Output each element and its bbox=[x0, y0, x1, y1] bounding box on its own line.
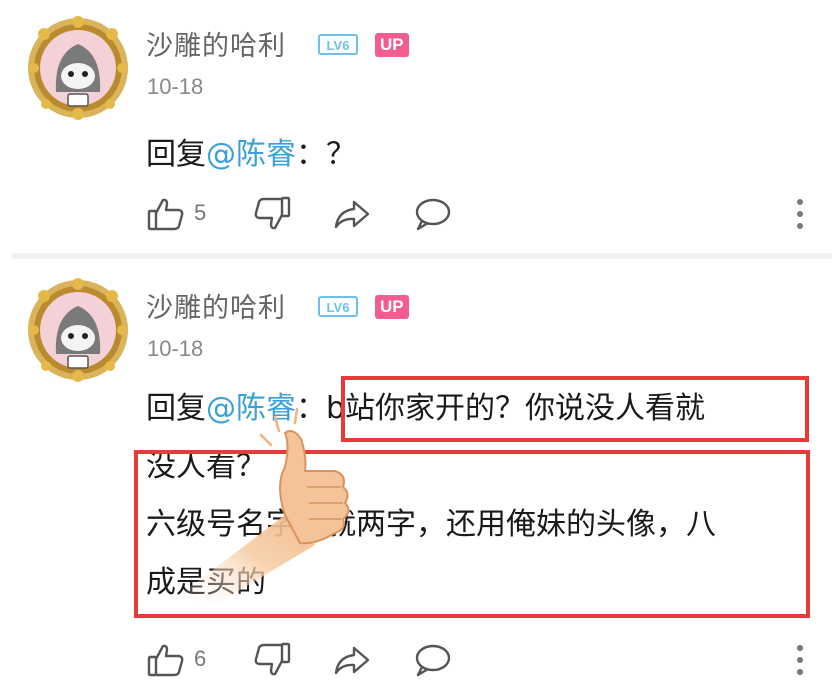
comment-text: 回复@陈睿：b站你家开的？你说没人看就 没人看？ 六级号名字还就两字，还用俺妹的… bbox=[146, 380, 806, 612]
comment-actions: 6 bbox=[146, 640, 826, 680]
reply-prefix: 回复 bbox=[146, 391, 206, 426]
more-vertical-icon[interactable] bbox=[794, 642, 806, 678]
comment-line: 没人看？ bbox=[146, 449, 266, 484]
share-icon[interactable] bbox=[332, 194, 372, 234]
like-count: 5 bbox=[194, 200, 207, 225]
comment-divider bbox=[12, 253, 832, 259]
comment-line: 回复@陈睿：？ bbox=[146, 126, 806, 184]
comment-actions: 5 bbox=[146, 194, 826, 234]
thumbs-down-icon[interactable] bbox=[252, 640, 292, 680]
comment-item: 沙雕的哈利 LV6 UP 10-18 回复@陈睿：？ 5 bbox=[0, 0, 832, 250]
up-badge: UP bbox=[375, 33, 409, 57]
like-count: 6 bbox=[194, 646, 207, 671]
comment-icon[interactable] bbox=[412, 194, 452, 234]
comment-thread: 沙雕的哈利 LV6 UP 10-18 回复@陈睿：？ 5 沙雕的哈利 LV6 U… bbox=[0, 0, 832, 693]
svg-text:LV6: LV6 bbox=[327, 300, 350, 315]
more-vertical-icon[interactable] bbox=[794, 196, 806, 232]
comment-line-text: ：？ bbox=[296, 137, 356, 172]
reply-prefix: 回复 bbox=[146, 137, 206, 172]
mention-link[interactable]: @陈睿 bbox=[206, 137, 296, 172]
up-badge: UP bbox=[375, 295, 409, 319]
comment-date: 10-18 bbox=[147, 74, 204, 99]
svg-text:LV6: LV6 bbox=[327, 38, 350, 53]
avatar[interactable] bbox=[24, 14, 132, 122]
mention-link[interactable]: @陈睿 bbox=[206, 391, 296, 426]
level-badge: LV6 bbox=[318, 34, 358, 55]
share-icon[interactable] bbox=[332, 640, 372, 680]
username[interactable]: 沙雕的哈利 bbox=[146, 286, 286, 325]
username[interactable]: 沙雕的哈利 bbox=[146, 24, 286, 63]
comment-text: 回复@陈睿：？ bbox=[146, 126, 806, 184]
avatar[interactable] bbox=[24, 276, 132, 384]
thumbs-down-icon[interactable] bbox=[252, 194, 292, 234]
level-badge: LV6 bbox=[318, 296, 358, 317]
comment-line: 回复@陈睿：b站你家开的？你说没人看就 bbox=[146, 380, 806, 438]
comment-line: 成是买的 bbox=[146, 565, 266, 600]
comment-line-text: ：b站你家开的？你说没人看就 bbox=[296, 391, 706, 426]
comment-line: 六级号名字还就两字，还用俺妹的头像，八 bbox=[146, 507, 716, 542]
comment-item: 沙雕的哈利 LV6 UP 10-18 回复@陈睿：b站你家开的？你说没人看就 没… bbox=[0, 262, 832, 693]
comment-icon[interactable] bbox=[412, 640, 452, 680]
thumbs-up-icon[interactable] bbox=[146, 640, 186, 680]
thumbs-up-icon[interactable] bbox=[146, 194, 186, 234]
comment-date: 10-18 bbox=[147, 336, 204, 361]
